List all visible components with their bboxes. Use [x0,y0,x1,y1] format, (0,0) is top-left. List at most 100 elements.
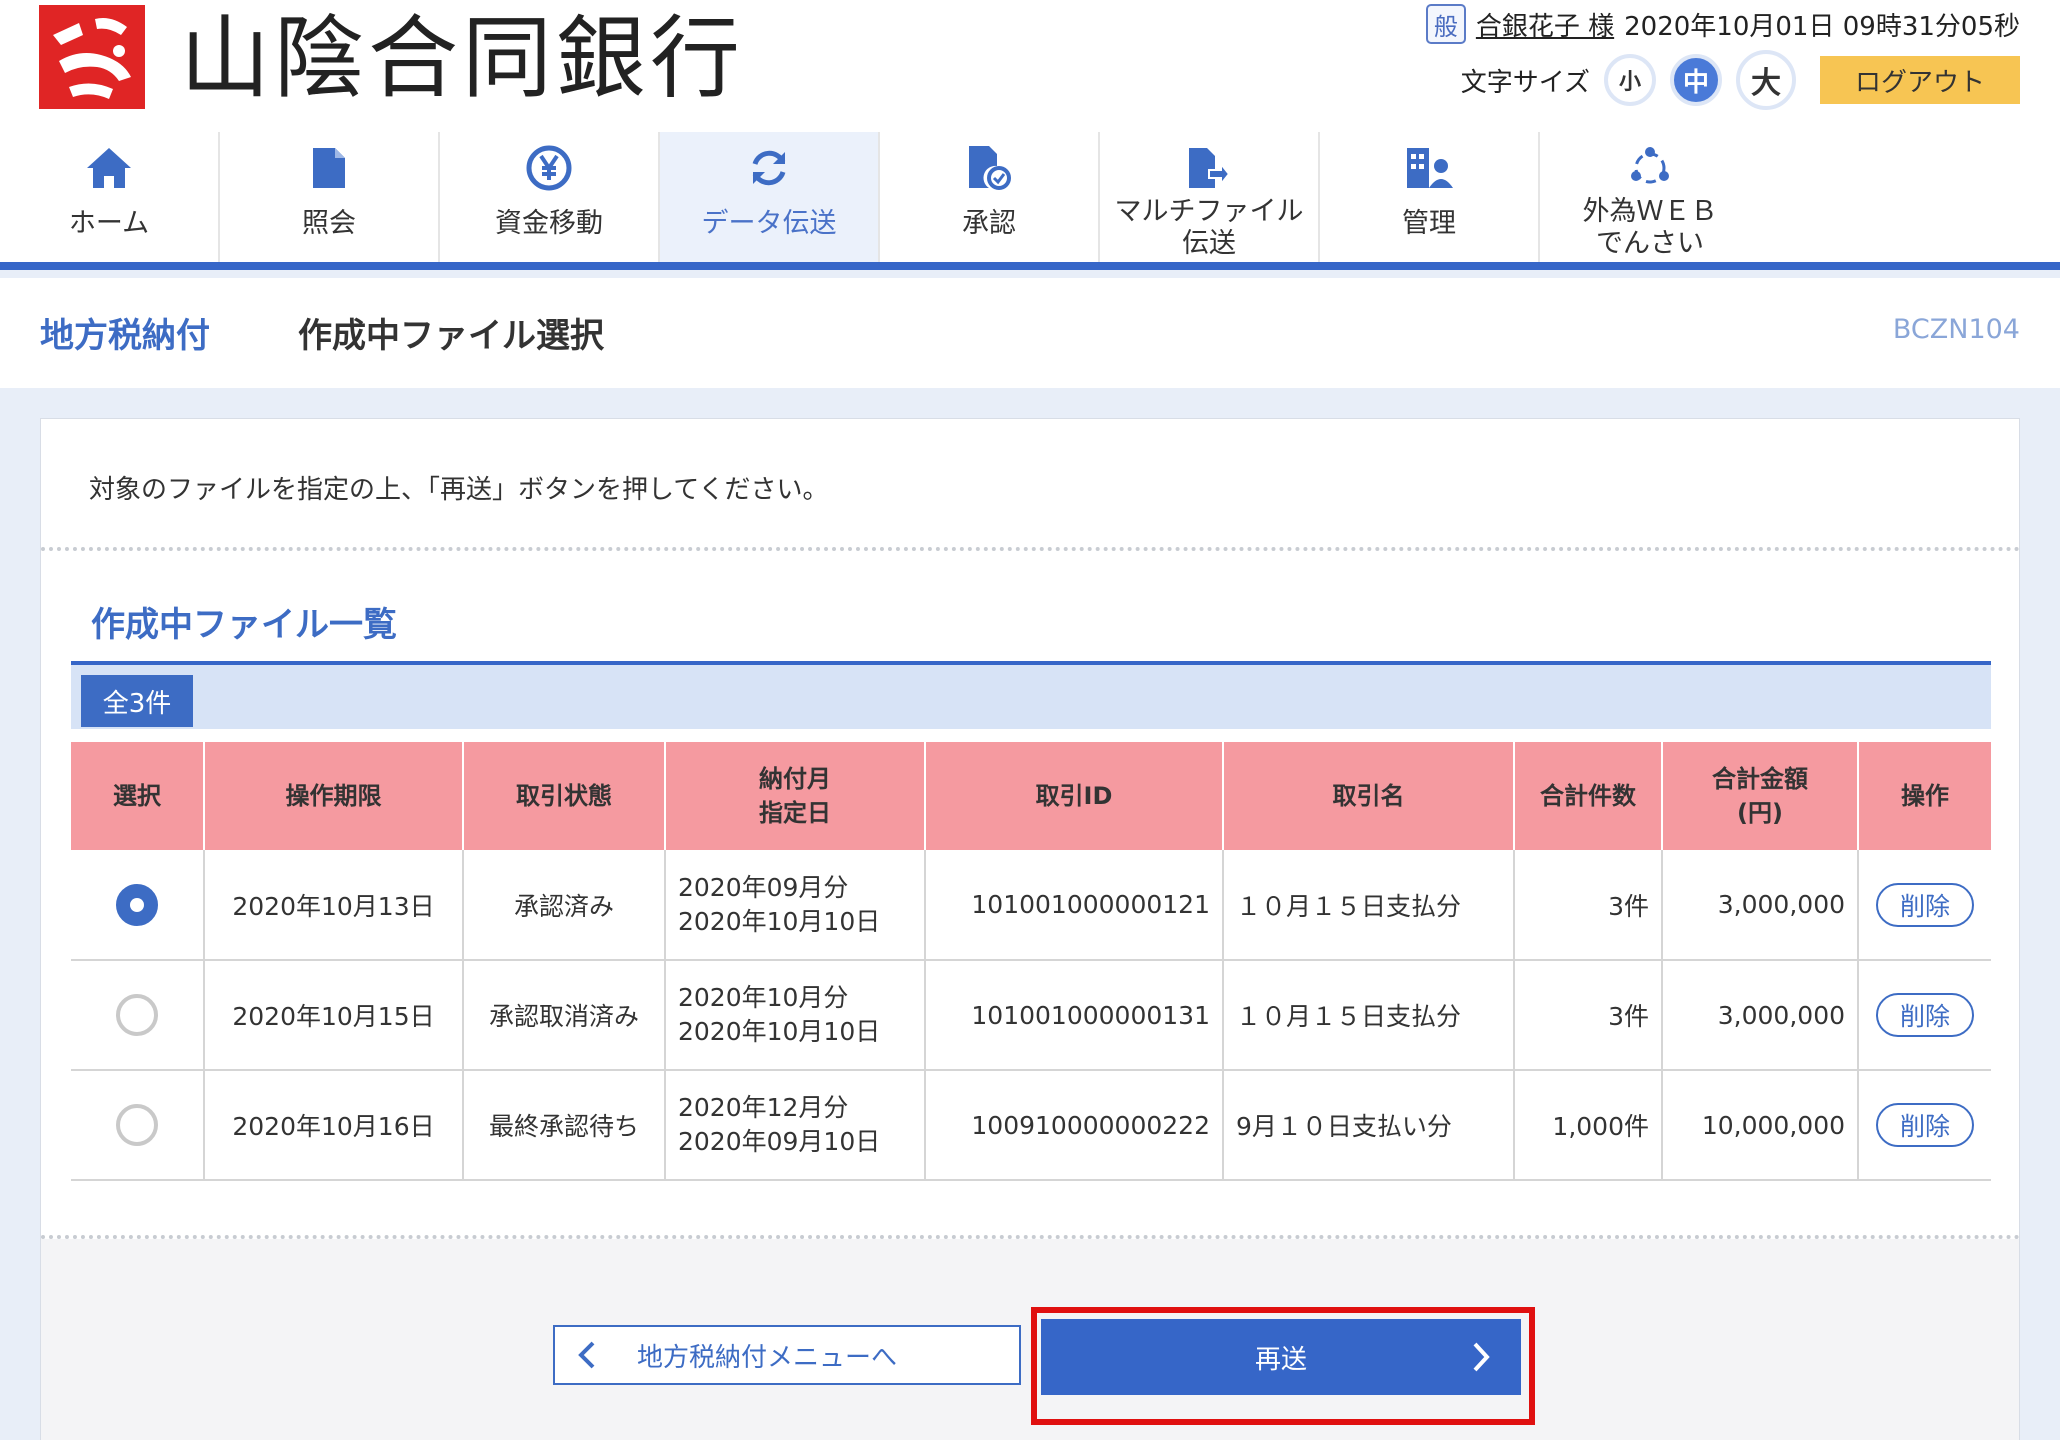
divider [41,547,2021,551]
status-cell: 承認取消済み [463,960,666,1071]
header-total-amount-line1: 合計金額 [1712,765,1808,793]
button-area: 地方税納付メニューへ 再送 [41,1239,2019,1440]
nav-forex-web-label-1: 外為ＷＥＢ [1582,196,1718,227]
delete-button[interactable]: 削除 [1876,993,1974,1037]
action-cell: 削除 [1858,960,1991,1071]
instruction-text: 対象のファイルを指定の上、「再送」ボタンを押してください。 [89,475,829,505]
bank-logo-icon [39,5,145,109]
file-send-icon [1187,140,1231,196]
resend-label: 再送 [1254,1344,1307,1375]
chevron-right-icon [1471,1341,1491,1373]
table-row: 2020年10月13日 承認済み 2020年09月分 2020年10月10日 10… [71,850,1991,961]
total-count-cell: 3件 [1514,960,1663,1071]
document-icon [311,140,347,196]
refresh-icon [747,140,791,196]
designated-date: 2020年10月10日 [678,906,881,936]
select-cell [71,960,205,1071]
back-to-menu-button[interactable]: 地方税納付メニューへ [553,1325,1021,1385]
select-radio[interactable] [116,883,158,926]
nav-data-transmission[interactable]: データ伝送 [660,132,880,262]
status-cell: 最終承認待ち [463,1070,666,1181]
header-deadline: 操作期限 [204,742,464,850]
txn-name-cell: １０月１５日支払分 [1223,960,1515,1071]
record-count-badge: 全3件 [81,675,193,727]
total-count-cell: 3件 [1514,850,1663,961]
designated-date: 2020年09月10日 [678,1127,881,1156]
pay-month: 2020年09月分 [678,872,849,902]
txn-name-cell: 9月１０日支払い分 [1223,1070,1515,1181]
header-pay-month-line2: 指定日 [759,799,831,827]
select-cell [71,1070,205,1181]
nav-home[interactable]: ホーム [0,132,220,262]
login-datetime: 2020年10月01日 09時31分05秒 [1624,11,2020,42]
pay-month-cell: 2020年10月分 2020年10月10日 [665,960,926,1071]
admin-icon [1405,140,1453,196]
nav-home-label: ホーム [68,208,150,239]
nav-fund-transfer[interactable]: 資金移動 [440,132,660,262]
txn-id-cell: 101001000000121 [925,850,1224,961]
file-table: 選択 操作期限 取引状態 納付月 指定日 取引ID 取引名 合計件数 合計金額 (円… [71,742,1991,1181]
deadline-cell: 2020年10月16日 [204,1070,464,1181]
header: 山陰合同銀行 般 合銀花子 様 2020年10月01日 09時31分05秒 文字… [0,0,2060,132]
user-name-link[interactable]: 合銀花子 様 [1476,6,1614,43]
font-medium-button[interactable]: 中 [1670,54,1722,106]
yen-transfer-icon [525,140,573,196]
approve-document-icon [967,140,1011,196]
pay-month-cell: 2020年09月分 2020年10月10日 [665,850,926,961]
header-total-amount-line2: (円) [1737,799,1783,827]
nav-fund-transfer-label: 資金移動 [495,208,603,239]
logout-button[interactable]: ログアウト [1820,56,2020,104]
header-txn-name: 取引名 [1223,742,1515,850]
resend-button[interactable]: 再送 [1041,1319,1521,1395]
nav-admin-label: 管理 [1402,208,1456,239]
count-bar: 全3件 [71,665,1991,729]
deadline-cell: 2020年10月13日 [204,850,464,961]
user-info: 般 合銀花子 様 2020年10月01日 09時31分05秒 [1425,4,2020,44]
delete-button[interactable]: 削除 [1876,882,1974,927]
table-row: 2020年10月16日 最終承認待ち 2020年12月分 2020年09月10日 … [71,1070,1991,1181]
screen-id: BCZN104 [1892,314,2020,345]
nav-forex-web[interactable]: 外為ＷＥＢ でんさい [1540,132,1760,262]
total-count-cell: 1,000件 [1514,1070,1663,1181]
txn-id-cell: 101001000000131 [925,960,1224,1071]
section-title: 作成中ファイル一覧 [91,605,397,645]
header-txn-id: 取引ID [925,742,1224,850]
nav-approval[interactable]: 承認 [880,132,1100,262]
table-row: 2020年10月15日 承認取消済み 2020年10月分 2020年10月10日 … [71,960,1991,1071]
table-header-row: 選択 操作期限 取引状態 納付月 指定日 取引ID 取引名 合計件数 合計金額 (円… [71,742,1991,850]
select-radio[interactable] [116,994,158,1036]
action-cell: 削除 [1858,850,1991,961]
action-cell: 削除 [1858,1070,1991,1181]
nav-multi-file-label-1: マルチファイル [1114,196,1304,227]
chevron-left-icon [577,1340,597,1370]
font-size-label: 文字サイズ [1460,67,1590,98]
select-radio[interactable] [116,1104,158,1146]
nav-inquiry[interactable]: 照会 [220,132,440,262]
delete-button[interactable]: 削除 [1876,1103,1974,1147]
nav-admin[interactable]: 管理 [1320,132,1540,262]
network-icon [1628,140,1672,196]
pay-month-cell: 2020年12月分 2020年09月10日 [665,1070,926,1181]
breadcrumb: 地方税納付 [40,316,210,356]
home-icon [85,140,133,196]
nav-inquiry-label: 照会 [302,208,356,239]
bank-name: 山陰合同銀行 [180,6,744,111]
total-amount-cell: 10,000,000 [1662,1070,1859,1181]
nav-data-transmission-label: データ伝送 [701,208,837,239]
total-amount-cell: 3,000,000 [1662,960,1859,1071]
nav-forex-web-label-2: でんさい [1596,228,1704,259]
font-large-button[interactable]: 大 [1736,50,1796,110]
header-status: 取引状態 [463,742,666,850]
nav-multi-file[interactable]: マルチファイル 伝送 [1100,132,1320,262]
back-to-menu-label: 地方税納付メニューへ [637,1342,898,1373]
main-nav: ホーム 照会 資金移動 データ伝送 承認 マルチファイル 伝送 管理 外為ＷＥＢ… [0,132,2060,270]
font-size-controls: 文字サイズ 小 中 大 ログアウト [1461,50,2020,110]
user-type-badge: 般 [1425,4,1466,44]
txn-id-cell: 100910000000222 [925,1070,1224,1181]
pay-month: 2020年10月分 [678,983,849,1012]
header-total-count: 合計件数 [1514,742,1663,850]
main-panel: 対象のファイルを指定の上、「再送」ボタンを押してください。 作成中ファイル一覧 … [40,418,2021,1440]
page-title: 作成中ファイル選択 [298,316,604,356]
font-small-button[interactable]: 小 [1604,54,1656,106]
status-cell: 承認済み [463,850,666,961]
